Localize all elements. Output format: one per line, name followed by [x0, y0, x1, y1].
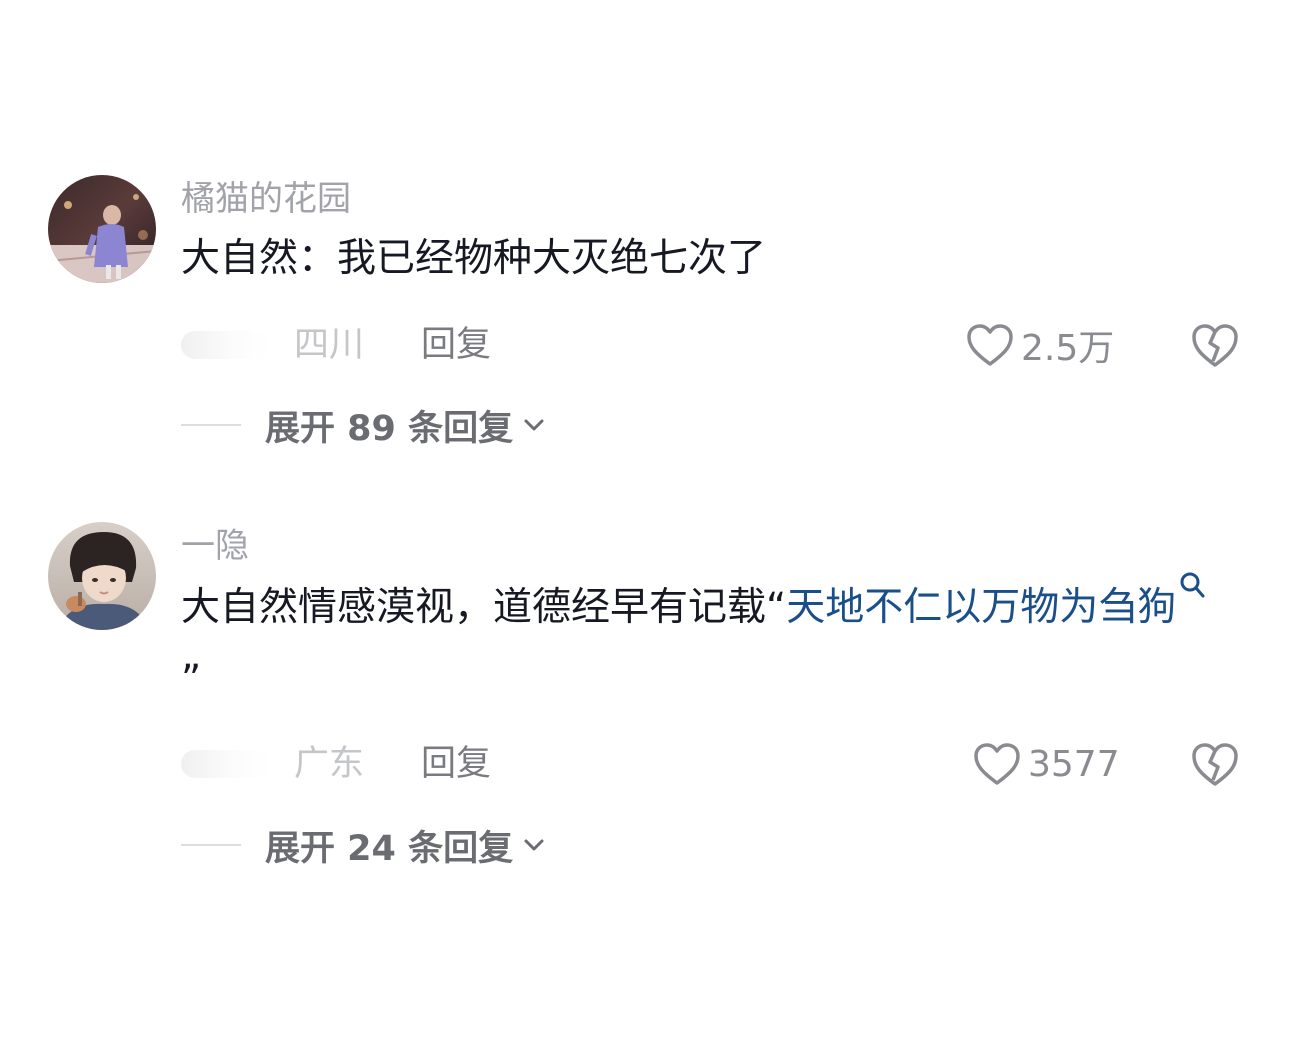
expand-replies-label: 展开 89 条回复: [265, 408, 514, 449]
expand-divider: [181, 424, 241, 426]
expand-replies-button[interactable]: 展开 24 条回复: [181, 820, 547, 870]
search-link-text[interactable]: 天地不仁以万物为刍狗: [786, 585, 1176, 630]
comment-text-tail: ”: [181, 657, 202, 702]
search-icon[interactable]: [1178, 570, 1206, 600]
like-count: 3577: [1028, 743, 1120, 785]
location: 四川: [294, 325, 365, 365]
blurred-timestamp: [181, 750, 271, 778]
expand-replies-button[interactable]: 展开 89 条回复: [181, 400, 547, 450]
avatar[interactable]: [48, 175, 156, 283]
chevron-down-icon: [524, 419, 544, 431]
comment-text-plain: 大自然：我已经物种大灭绝七次了: [181, 236, 767, 281]
search-link[interactable]: 天地不仁以万物为刍狗: [786, 572, 1206, 630]
comment-meta: 四川 回复 2.5万: [181, 317, 1248, 373]
username[interactable]: 一隐: [181, 524, 1248, 568]
reply-button[interactable]: 回复: [421, 317, 491, 373]
reply-button[interactable]: 回复: [421, 736, 491, 792]
heart-outline-icon: [967, 324, 1013, 366]
heart-outline-icon: [974, 743, 1020, 785]
blurred-timestamp: [181, 331, 271, 359]
comment-text: 大自然：我已经物种大灭绝七次了: [181, 223, 1226, 295]
comment-meta: 广东 回复 3577: [181, 736, 1248, 792]
comment-text: 大自然情感漠视，道德经早有记载“天地不仁以万物为刍狗 ”: [181, 570, 1226, 716]
like-button[interactable]: 2.5万: [965, 317, 1114, 373]
broken-heart-icon[interactable]: [1190, 740, 1240, 788]
username[interactable]: 橘猫的花园: [181, 177, 1248, 221]
chevron-down-icon: [524, 839, 544, 851]
expand-divider: [181, 844, 241, 846]
expand-replies-label: 展开 24 条回复: [265, 828, 514, 869]
like-button[interactable]: 3577: [972, 736, 1120, 792]
broken-heart-icon[interactable]: [1190, 321, 1240, 369]
comment-text-plain: 大自然情感漠视，道德经早有记载“: [181, 585, 787, 630]
location: 广东: [294, 744, 365, 784]
avatar[interactable]: [48, 522, 156, 630]
like-count: 2.5万: [1021, 328, 1115, 369]
